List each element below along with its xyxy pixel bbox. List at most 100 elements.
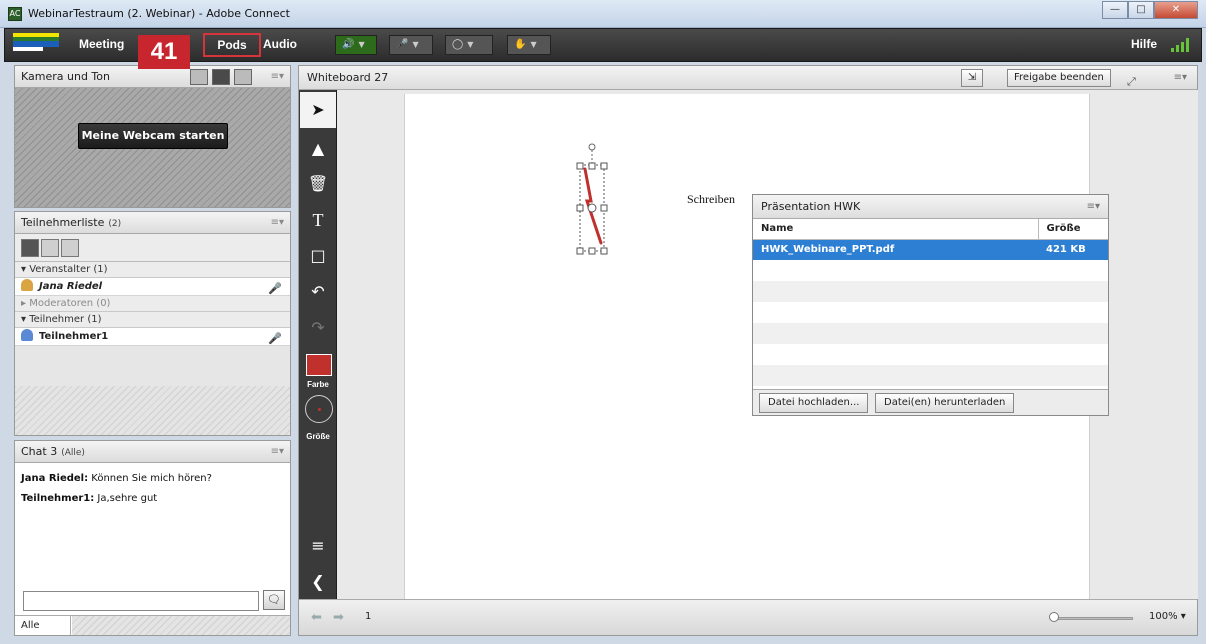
size-label: Größe — [306, 432, 330, 441]
presentation-pod: Präsentation HWK ≡▾ Name Größe HWK_Webin… — [752, 194, 1109, 416]
send-message-button[interactable]: 🗨 — [263, 590, 285, 610]
whiteboard-page[interactable]: Schreiben Präsentation HWK ≡▾ Name Größe… — [404, 94, 1109, 599]
speaker-button[interactable]: 🔊 ▼ — [335, 35, 377, 55]
delete-tool-icon[interactable]: 🗑 — [300, 166, 336, 202]
pod-menu-icon[interactable]: ≡▾ — [1087, 195, 1100, 218]
previous-page-icon[interactable]: ⬅ — [311, 610, 322, 625]
microphone-button[interactable]: 🎤 ▼ — [389, 35, 433, 55]
chat-input[interactable] — [23, 591, 259, 611]
section-participants[interactable]: ▾ Teilnehmer (1) — [15, 312, 290, 328]
stroke-size-control[interactable] — [305, 395, 333, 423]
column-header-name[interactable]: Name — [753, 219, 1038, 240]
menu-audio[interactable]: Audio — [263, 37, 297, 51]
chevron-down-icon: ▼ — [358, 40, 365, 49]
window-title: WebinarTestraum (2. Webinar) - Adobe Con… — [28, 7, 290, 20]
stop-sharing-button[interactable]: Freigabe beenden — [1007, 69, 1111, 87]
table-row — [753, 281, 1108, 302]
chat-text: Können Sie mich hören? — [88, 473, 212, 484]
next-page-icon[interactable]: ➡ — [333, 610, 344, 625]
maximize-button[interactable]: □ — [1128, 1, 1154, 19]
zoom-level: 100% — [1149, 611, 1178, 622]
chat-message: Teilnehmer1: Ja,sehre gut — [21, 489, 284, 509]
callout-number-badge: 41 — [138, 35, 190, 69]
attendee-name: Teilnehmer1 — [39, 331, 109, 342]
grid-layout-icon[interactable] — [190, 69, 208, 85]
column-header-size[interactable]: Größe — [1037, 219, 1108, 240]
zoom-select[interactable]: 100% ▾ — [1149, 611, 1186, 622]
zoom-slider[interactable] — [1051, 617, 1133, 620]
file-table: Name Größe HWK_Webinare_PPT.pdf 421 KB — [753, 219, 1108, 386]
minimize-button[interactable]: — — [1102, 1, 1128, 19]
single-layout-icon[interactable] — [212, 69, 230, 85]
adobe-connect-logo — [13, 33, 59, 55]
redo-icon[interactable]: ↷ — [300, 310, 336, 346]
section-hosts[interactable]: ▾ Veranstalter (1) — [15, 262, 290, 278]
color-swatch[interactable] — [306, 354, 332, 376]
whiteboard-canvas-area: Schreiben Präsentation HWK ≡▾ Name Größe… — [338, 90, 1198, 599]
chat-scope: (Alle) — [61, 448, 85, 458]
fullscreen-icon[interactable] — [234, 69, 252, 85]
pod-menu-icon[interactable]: ≡▾ — [271, 441, 284, 462]
undo-icon[interactable]: ↶ — [300, 274, 336, 310]
table-row — [753, 365, 1108, 386]
attendee-list-empty-area — [15, 386, 290, 435]
attendee-pod-title: Teilnehmerliste — [21, 216, 105, 229]
status-button[interactable]: ✋ ▼ — [507, 35, 551, 55]
table-row — [753, 260, 1108, 281]
start-webcam-button[interactable]: Meine Webcam starten — [78, 123, 228, 149]
section-moderators[interactable]: ▸ Moderatoren (0) — [15, 296, 290, 312]
file-size: 421 KB — [1038, 239, 1108, 260]
canvas-text[interactable]: Schreiben — [687, 192, 735, 207]
chat-message: Jana Riedel: Können Sie mich hören? — [21, 469, 284, 489]
adobe-connect-icon: AC — [8, 7, 22, 21]
attendee-view-tools — [15, 234, 290, 262]
download-files-button[interactable]: Datei(en) herunterladen — [875, 393, 1015, 413]
chat-recipient-select[interactable]: Alle — [15, 616, 71, 635]
camera-pod-title: Kamera und Ton — [21, 70, 110, 83]
menu-meeting[interactable]: Meeting — [79, 37, 124, 51]
whiteboard-title: Whiteboard 27 — [307, 71, 389, 84]
list-view-icon[interactable] — [21, 239, 39, 257]
marker-tool-icon[interactable]: ▲ — [300, 131, 336, 167]
selected-drawing[interactable] — [575, 139, 609, 259]
list-item[interactable]: Teilnehmer1 🎤 — [15, 328, 290, 346]
window-titlebar: AC WebinarTestraum (2. Webinar) - Adobe … — [0, 0, 1206, 28]
presentation-footer: Datei hochladen... Datei(en) herunterlad… — [753, 389, 1108, 415]
upload-file-button[interactable]: Datei hochladen... — [759, 393, 869, 413]
breakout-view-icon[interactable] — [41, 239, 59, 257]
presentation-title: Präsentation HWK — [761, 200, 861, 213]
attendee-pod-header: Teilnehmerliste (2) ≡▾ — [15, 212, 290, 234]
whiteboard-toolbar: ➤ ▲ 🗑 T □ ↶ ↷ Farbe Größe ≡ ❮ — [299, 90, 337, 599]
table-row[interactable]: HWK_Webinare_PPT.pdf 421 KB — [753, 239, 1108, 260]
layers-icon[interactable]: ≡ — [300, 528, 336, 564]
collapse-toolbar-icon[interactable]: ❮ — [300, 564, 336, 600]
file-name: HWK_Webinare_PPT.pdf — [753, 239, 1038, 260]
pod-menu-icon[interactable]: ≡▾ — [271, 66, 284, 87]
shape-tool-icon[interactable]: □ — [300, 238, 336, 274]
pod-menu-icon[interactable]: ≡▾ — [271, 212, 284, 233]
list-item[interactable]: Jana Riedel 🎤 — [15, 278, 290, 296]
camera-layout-options — [190, 69, 252, 85]
table-row — [753, 302, 1108, 323]
selection-tool-icon[interactable]: ➤ — [300, 92, 336, 128]
chevron-down-icon: ▼ — [467, 40, 474, 49]
raise-hand-icon: ✋ — [514, 39, 527, 50]
camera-pod: Kamera und Ton ≡▾ Meine Webcam starten — [14, 65, 291, 208]
webcam-icon: ◯ — [452, 39, 464, 50]
close-button[interactable]: ✕ — [1154, 1, 1198, 19]
host-user-icon — [21, 279, 33, 291]
chat-footer: Alle — [15, 615, 290, 635]
webcam-button[interactable]: ◯ ▼ — [445, 35, 493, 55]
chat-pod-title: Chat 3 — [21, 445, 58, 458]
zoom-slider-handle[interactable] — [1049, 612, 1059, 622]
pod-menu-icon[interactable]: ≡▾ — [1174, 66, 1187, 89]
whiteboard-footer: ⬅ ➡ 1 100% ▾ — [299, 599, 1197, 635]
menu-hilfe[interactable]: Hilfe — [1131, 37, 1157, 51]
page-number: 1 — [365, 611, 372, 622]
sync-button[interactable]: ⇲ — [961, 69, 983, 87]
menu-pods[interactable]: Pods — [203, 33, 261, 57]
section-hosts-label: Veranstalter (1) — [29, 264, 108, 275]
text-tool-icon[interactable]: T — [300, 202, 336, 238]
speaker-icon: 🔊 — [342, 39, 355, 50]
status-view-icon[interactable] — [61, 239, 79, 257]
